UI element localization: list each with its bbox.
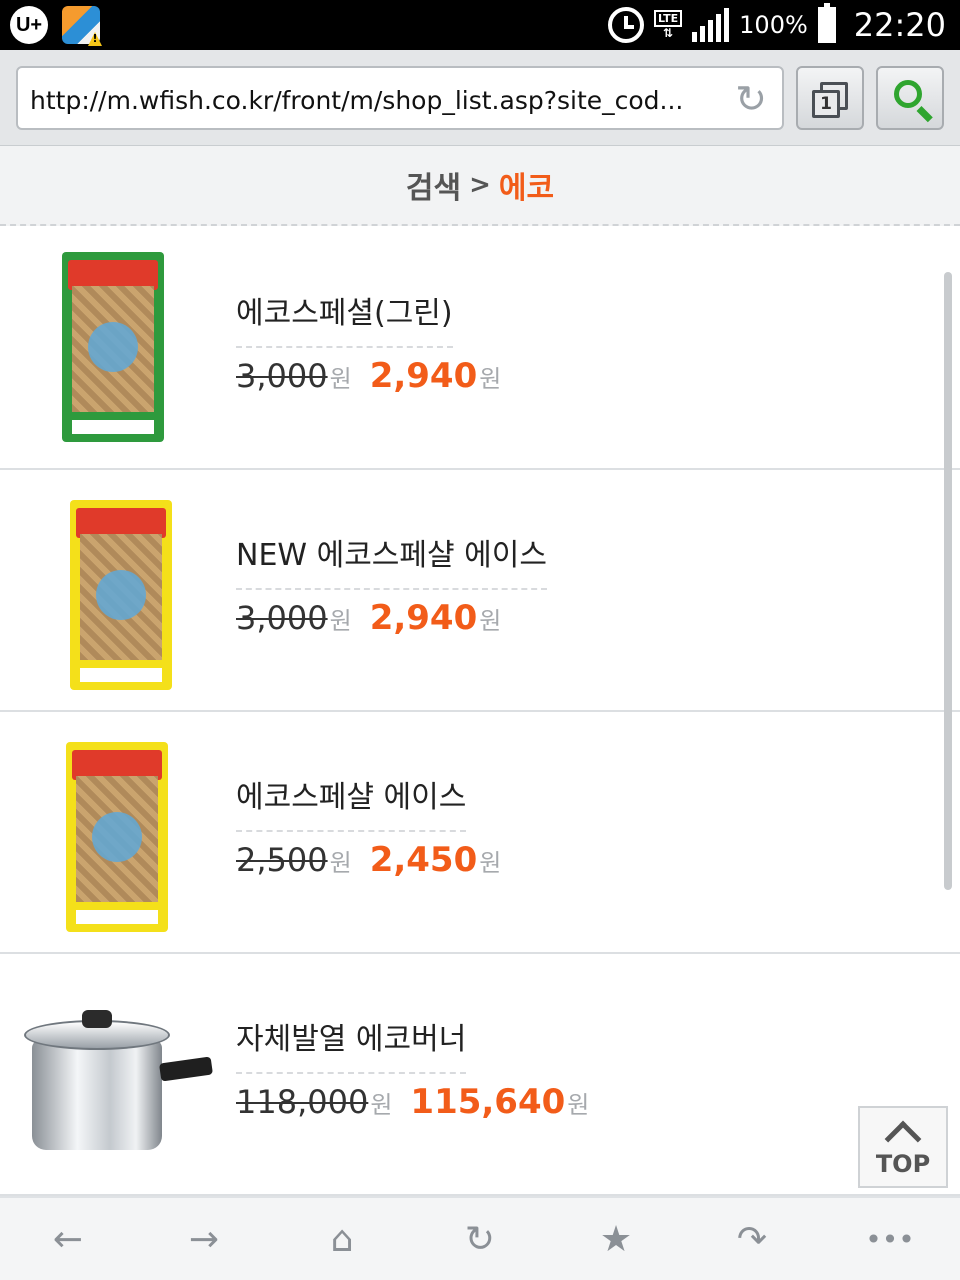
product-name[interactable]: 자체발열 에코버너 <box>236 1014 467 1074</box>
refresh-icon[interactable]: ↻ <box>732 80 770 118</box>
url-text[interactable]: http://m.wfish.co.kr/front/m/shop_list.a… <box>30 86 720 115</box>
notification-app-icon <box>62 6 100 44</box>
browser-toolbar: ← → ⌂ ↻ ★ ↷ ••• <box>0 1196 960 1280</box>
original-price: 118,000 <box>236 1083 369 1121</box>
clock: 22:20 <box>853 6 946 44</box>
battery-icon <box>817 3 836 43</box>
battery-percent: 100% <box>739 11 808 39</box>
breadcrumb-separator: > <box>469 170 491 200</box>
product-item[interactable]: 에코스페셜(그린) 3,000 원 2,940 원 <box>0 228 960 470</box>
original-price: 3,000 <box>236 599 328 637</box>
breadcrumb-search[interactable]: 검색 <box>406 163 461 207</box>
share-icon[interactable]: ↷ <box>730 1218 774 1262</box>
currency-unit: 원 <box>370 1091 393 1119</box>
search-button[interactable] <box>876 66 944 130</box>
product-name[interactable]: NEW 에코스페샬 에이스 <box>236 530 547 590</box>
top-label: TOP <box>875 1150 931 1178</box>
back-icon[interactable]: ← <box>46 1218 90 1262</box>
reload-icon[interactable]: ↻ <box>458 1218 502 1262</box>
breadcrumb-current: 에코 <box>498 171 555 206</box>
status-bar: U+ LTE ⇅ 100% 22:20 <box>0 0 960 50</box>
forward-icon[interactable]: → <box>182 1218 226 1262</box>
currency-unit: 원 <box>479 607 502 635</box>
sale-price: 2,940 <box>369 356 478 396</box>
product-prices: 3,000 원 2,940 원 <box>236 356 501 396</box>
browser-url-bar: http://m.wfish.co.kr/front/m/shop_list.a… <box>0 50 960 146</box>
product-image[interactable] <box>70 500 172 690</box>
original-price: 3,000 <box>236 357 328 395</box>
lte-label: LTE <box>653 10 683 27</box>
more-icon[interactable]: ••• <box>860 1218 920 1262</box>
product-prices: 2,500 원 2,450 원 <box>236 840 501 880</box>
tab-count: 1 <box>812 90 840 118</box>
home-icon[interactable]: ⌂ <box>320 1218 364 1262</box>
sale-price: 2,940 <box>369 598 478 638</box>
data-arrows-icon: ⇅ <box>663 26 674 40</box>
product-image[interactable] <box>22 1010 213 1150</box>
original-price: 2,500 <box>236 841 328 879</box>
alarm-icon <box>607 7 644 43</box>
breadcrumb: 검색 > 에코 <box>0 146 960 226</box>
product-item[interactable]: 자체발열 에코버너 118,000 원 115,640 원 <box>0 954 960 1196</box>
product-item[interactable]: NEW 에코스페샬 에이스 3,000 원 2,940 원 <box>0 470 960 712</box>
product-name[interactable]: 에코스페셜(그린) <box>236 288 453 348</box>
sale-price: 115,640 <box>410 1082 566 1122</box>
u-plus-logo-icon: U+ <box>10 6 48 44</box>
tabs-icon: 1 <box>812 82 848 118</box>
product-name[interactable]: 에코스페샬 에이스 <box>236 772 467 832</box>
currency-unit: 원 <box>329 607 352 635</box>
product-prices: 3,000 원 2,940 원 <box>236 598 501 638</box>
scrollbar[interactable] <box>944 272 952 890</box>
currency-unit: 원 <box>479 849 502 877</box>
currency-unit: 원 <box>329 849 352 877</box>
bookmark-star-icon[interactable]: ★ <box>594 1218 638 1262</box>
signal-icon <box>692 8 730 42</box>
product-list: 에코스페셜(그린) 3,000 원 2,940 원 NEW 에코스페샬 에이스 … <box>0 228 960 1196</box>
currency-unit: 원 <box>479 365 502 393</box>
url-field[interactable]: http://m.wfish.co.kr/front/m/shop_list.a… <box>16 66 784 130</box>
sale-price: 2,450 <box>369 840 478 880</box>
product-image[interactable] <box>66 742 168 932</box>
product-prices: 118,000 원 115,640 원 <box>236 1082 589 1122</box>
currency-unit: 원 <box>329 365 352 393</box>
lte-data-icon: LTE ⇅ <box>653 10 683 40</box>
status-bar-left: U+ <box>10 6 100 44</box>
tabs-button[interactable]: 1 <box>796 66 864 130</box>
search-icon <box>894 80 922 108</box>
status-bar-right: LTE ⇅ 100% 22:20 <box>607 0 946 50</box>
product-item[interactable]: 에코스페샬 에이스 2,500 원 2,450 원 <box>0 712 960 954</box>
product-image[interactable] <box>62 252 164 442</box>
scroll-to-top-button[interactable]: TOP <box>858 1106 948 1188</box>
currency-unit: 원 <box>567 1091 590 1119</box>
